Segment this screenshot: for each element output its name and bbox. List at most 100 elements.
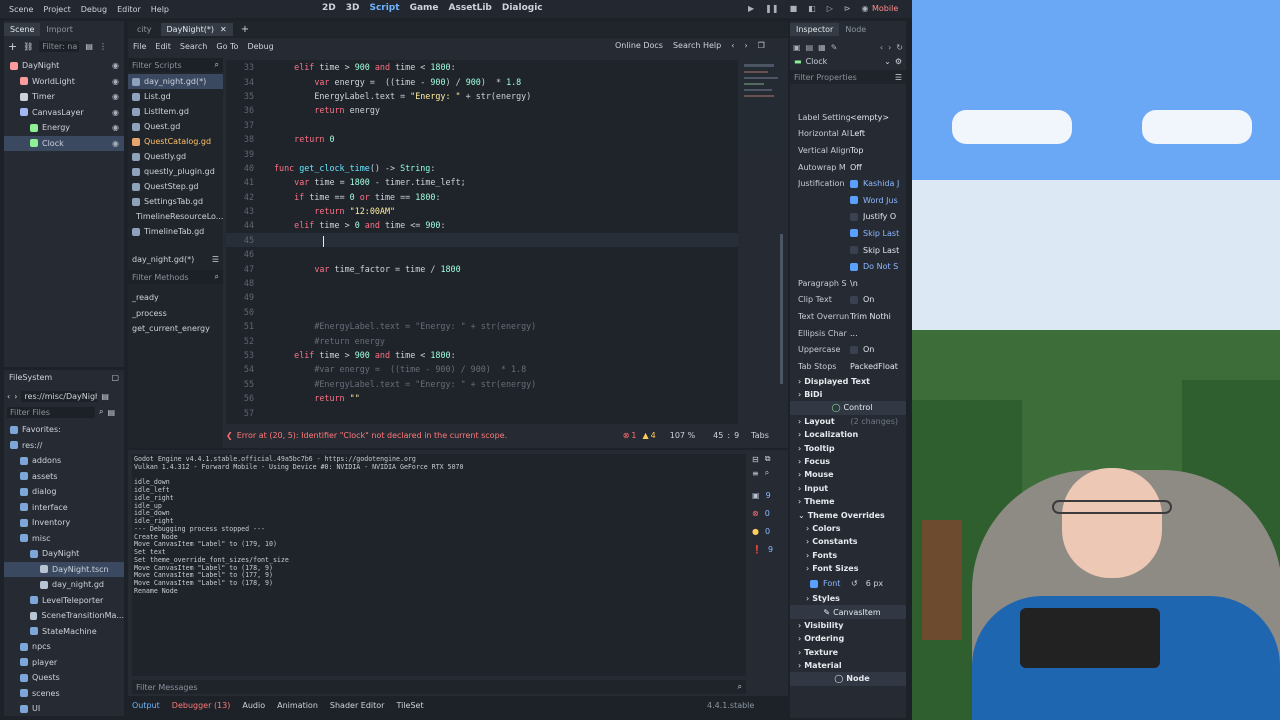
settings-icon[interactable]: ⚙ — [895, 57, 902, 66]
minimap[interactable] — [740, 60, 784, 150]
bottom-tab-3[interactable]: Animation — [277, 701, 318, 710]
override-1[interactable]: › Constants — [790, 535, 906, 548]
scene-filter[interactable]: Filter: na — [39, 40, 80, 52]
visibility-icon[interactable]: ◉ — [112, 77, 119, 86]
edit-icon[interactable]: ✎ — [831, 43, 838, 52]
fs-item[interactable]: scenes — [4, 686, 124, 702]
editor-tab[interactable]: DayNight(*) ✕ — [160, 22, 233, 36]
search-help-button[interactable]: Search Help — [673, 41, 721, 50]
close-icon[interactable]: ✕ — [220, 25, 227, 34]
play-custom-icon[interactable]: ⊳ — [844, 4, 851, 13]
filter-methods-input[interactable]: Filter Methods — [132, 273, 189, 282]
forward-icon[interactable]: › — [888, 43, 891, 52]
filter-scripts-input[interactable]: Filter Scripts — [132, 61, 182, 70]
script-item[interactable]: ListItem.gd — [128, 104, 223, 119]
script-item[interactable]: TimelineResourceLo... — [128, 209, 223, 224]
script-item[interactable]: questly_plugin.gd — [128, 164, 223, 179]
section-canvas-2[interactable]: › Texture — [790, 646, 906, 659]
tab-scene[interactable]: Scene — [4, 23, 41, 36]
property-row[interactable]: Skip Last — [790, 225, 906, 242]
script-item[interactable]: QuestCatalog.gd — [128, 134, 223, 149]
workspace-tab-3d[interactable]: 3D — [346, 3, 360, 13]
fs-item[interactable]: SceneTransitionMa... — [4, 608, 124, 624]
scene-node-clock[interactable]: Clock ◉ — [4, 135, 124, 151]
property-row[interactable]: Word Jus — [790, 192, 906, 209]
checkbox[interactable] — [810, 579, 818, 588]
scene-node-energy[interactable]: Energy ◉ — [4, 120, 124, 136]
fs-item[interactable]: npcs — [4, 639, 124, 655]
fs-item[interactable]: Favorites: — [4, 422, 124, 438]
scene-node-canvaslayer[interactable]: CanvasLayer ◉ — [4, 105, 124, 121]
copy-icon[interactable]: ⧉ — [765, 454, 771, 464]
visibility-icon[interactable]: ◉ — [112, 92, 119, 101]
property-row[interactable]: Tab Stops PackedFloat — [790, 358, 906, 375]
fs-item[interactable]: res:// — [4, 438, 124, 454]
add-tab-icon[interactable]: + — [241, 24, 249, 35]
online-docs-button[interactable]: Online Docs — [615, 41, 663, 50]
property-row[interactable]: Horizontal Al Left — [790, 126, 906, 143]
section-0[interactable]: › Displayed Text — [790, 375, 906, 388]
output-filter-toggle[interactable]: ⊗ 0 — [752, 504, 782, 522]
property-row[interactable]: Paragraph S \n — [790, 275, 906, 292]
fs-item[interactable]: Quests — [4, 670, 124, 686]
script-item[interactable]: SettingsTab.gd — [128, 194, 223, 209]
back-icon[interactable]: ‹ — [880, 43, 883, 52]
checkbox[interactable] — [850, 179, 858, 188]
bottom-tab-0[interactable]: Output — [132, 701, 160, 710]
script-item[interactable]: TimelineTab.gd — [128, 224, 223, 239]
visibility-icon[interactable]: ◉ — [112, 61, 119, 70]
section-layout[interactable]: › Layout (2 changes) — [790, 415, 906, 428]
dock-menu-icon[interactable]: ▢ — [111, 373, 119, 382]
visibility-icon[interactable]: ◉ — [112, 108, 119, 117]
property-row[interactable]: Clip Text On — [790, 292, 906, 309]
section-control-2[interactable]: › Focus — [790, 455, 906, 468]
script-item[interactable]: List.gd — [128, 89, 223, 104]
override-2[interactable]: › Fonts — [790, 549, 906, 562]
workspace-tab-game[interactable]: Game — [410, 3, 439, 13]
workspace-tab-assetlib[interactable]: AssetLib — [449, 3, 492, 13]
error-icon[interactable]: ⊗ — [623, 431, 630, 440]
bottom-tab-4[interactable]: Shader Editor — [330, 701, 385, 710]
fs-item[interactable]: day_night.gd — [4, 577, 124, 593]
bottom-tab-2[interactable]: Audio — [242, 701, 265, 710]
section-styles[interactable]: › Styles — [790, 592, 906, 605]
object-menu-icon[interactable]: ⌄ — [884, 57, 891, 66]
property-row[interactable]: Ellipsis Char... — [790, 325, 906, 342]
menu-item-help[interactable]: Help — [151, 5, 169, 14]
menu-item-project[interactable]: Project — [43, 5, 70, 14]
checkbox[interactable] — [850, 295, 858, 304]
fs-item[interactable]: misc — [4, 531, 124, 547]
sort-icon[interactable]: ☰ — [212, 255, 219, 264]
node-footer[interactable]: ◯ Node — [790, 672, 906, 686]
property-row[interactable]: Justification Kashida J — [790, 175, 906, 192]
zoom-level[interactable]: 107 % — [670, 431, 695, 440]
split-icon[interactable]: ▤ — [107, 408, 115, 417]
menu-item-editor[interactable]: Editor — [117, 5, 141, 14]
filter-properties-input[interactable]: Filter Properties — [794, 73, 857, 82]
new-resource-icon[interactable]: ▣ — [793, 43, 801, 52]
property-row[interactable]: Justify O — [790, 209, 906, 226]
scene-node-worldlight[interactable]: WorldLight ◉ — [4, 74, 124, 90]
menu-item-scene[interactable]: Scene — [9, 5, 33, 14]
collapse-icon[interactable]: ❮ — [226, 431, 233, 440]
play-icon[interactable]: ▶ — [748, 4, 754, 13]
prev-script-icon[interactable]: ‹ — [731, 41, 734, 50]
fs-filter-input[interactable]: Filter Files — [7, 406, 95, 418]
code-editor[interactable]: 33 elif time > 900 and time < 1800: 34 va… — [226, 60, 738, 424]
checkbox[interactable] — [850, 196, 858, 205]
font-size-row[interactable]: Font ↺ 6 px — [790, 575, 906, 592]
section-1[interactable]: › BiDi — [790, 388, 906, 401]
output-filter-toggle[interactable]: ● 0 — [752, 522, 782, 540]
fs-item[interactable]: interface — [4, 500, 124, 516]
section-canvas-1[interactable]: › Ordering — [790, 632, 906, 645]
workspace-tab-dialogic[interactable]: Dialogic — [502, 3, 543, 13]
fs-path[interactable]: res://misc/DayNight — [21, 390, 98, 402]
checkbox[interactable] — [850, 229, 858, 238]
fs-item[interactable]: DayNight — [4, 546, 124, 562]
back-icon[interactable]: ‹ — [7, 392, 10, 401]
scene-node-timer[interactable]: Timer ◉ — [4, 89, 124, 105]
fs-item[interactable]: UI — [4, 701, 124, 717]
remote-icon[interactable]: ◧ — [808, 4, 816, 13]
menu-item-debug[interactable]: Debug — [81, 5, 107, 14]
filter-messages-input[interactable]: Filter Messages — [136, 683, 198, 692]
